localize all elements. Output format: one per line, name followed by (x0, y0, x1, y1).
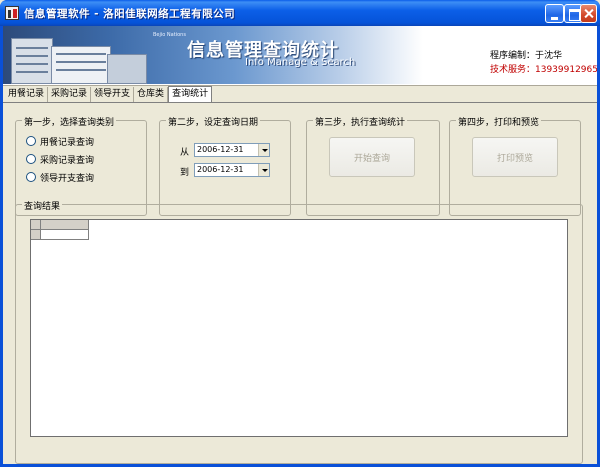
step3-group: 第三步，执行查询统计 开始查询 (306, 115, 440, 216)
banner-image: Bejio Nations 信息管理查询统计 Info Manage & Sea… (3, 26, 423, 84)
radio-label: 采购记录查询 (40, 155, 95, 166)
radio-purchase-query[interactable]: 采购记录查询 (26, 153, 95, 166)
building-illustration (51, 46, 111, 84)
radio-dining-query[interactable]: 用餐记录查询 (26, 135, 95, 148)
grid-corner-cell (31, 220, 41, 230)
step2-group: 第二步，设定查询日期 从 2006-12-31 到 2006-12-31 (159, 115, 291, 216)
banner-separator (3, 84, 597, 86)
developer-credit: 程序编制：于沈华 (490, 51, 563, 61)
client-area: Bejio Nations 信息管理查询统计 Info Manage & Sea… (3, 26, 597, 464)
tab-dining-records[interactable]: 用餐记录 (5, 87, 49, 102)
from-date-value: 2006-12-31 (197, 145, 244, 154)
radio-button-icon (26, 172, 36, 182)
to-label: 到 (180, 168, 190, 178)
banner-subtitle: Info Manage & Search (245, 57, 356, 68)
results-group: 查询结果 (15, 199, 583, 464)
dropdown-arrow-icon[interactable] (258, 164, 269, 176)
grid-cell[interactable] (41, 230, 89, 240)
tech-support-phone: 技术服务：13939912965 (490, 65, 597, 75)
tab-purchase-records[interactable]: 采购记录 (48, 87, 92, 102)
grid-row-header[interactable] (31, 230, 41, 240)
step2-title: 第二步，设定查询日期 (166, 115, 261, 128)
to-date-picker[interactable]: 2006-12-31 (194, 163, 270, 177)
close-button[interactable] (580, 4, 597, 23)
radio-button-icon (26, 154, 36, 164)
start-query-button[interactable]: 开始查询 (329, 137, 415, 177)
app-icon (5, 6, 19, 20)
step1-title: 第一步，选择查询类别 (22, 115, 117, 128)
title-bar[interactable]: 信息管理软件 - 洛阳佳联网络工程有限公司 (0, 0, 600, 26)
app-window: 信息管理软件 - 洛阳佳联网络工程有限公司 Bejio Nations 信息管理… (0, 0, 600, 467)
results-title: 查询结果 (22, 199, 63, 212)
grid-column-header[interactable] (41, 220, 89, 230)
window-title: 信息管理软件 - 洛阳佳联网络工程有限公司 (24, 8, 236, 20)
print-preview-button[interactable]: 打印预览 (472, 137, 558, 177)
from-label: 从 (180, 148, 190, 158)
radio-button-icon (26, 136, 36, 146)
tab-strip: 用餐记录 采购记录 领导开支 仓库类 查询统计 (5, 86, 213, 103)
radio-label: 用餐记录查询 (40, 137, 95, 148)
building-illustration (107, 54, 147, 84)
building-illustration (11, 38, 53, 84)
tab-underline (3, 102, 597, 103)
from-date-picker[interactable]: 2006-12-31 (194, 143, 270, 157)
step3-title: 第三步，执行查询统计 (313, 115, 408, 128)
step4-group: 第四步，打印和预览 打印预览 (449, 115, 581, 216)
tab-leader-expenses[interactable]: 领导开支 (91, 87, 135, 102)
tab-query-statistics[interactable]: 查询统计 (168, 86, 213, 102)
step4-title: 第四步，打印和预览 (456, 115, 542, 128)
tab-warehouse[interactable]: 仓库类 (134, 87, 169, 102)
dropdown-arrow-icon[interactable] (258, 144, 269, 156)
to-date-value: 2006-12-31 (197, 165, 244, 174)
radio-leader-query[interactable]: 领导开支查询 (26, 171, 95, 184)
header-banner: Bejio Nations 信息管理查询统计 Info Manage & Sea… (3, 26, 597, 84)
minimize-button[interactable] (545, 4, 564, 23)
radio-label: 领导开支查询 (40, 173, 95, 184)
results-grid[interactable] (30, 219, 568, 437)
